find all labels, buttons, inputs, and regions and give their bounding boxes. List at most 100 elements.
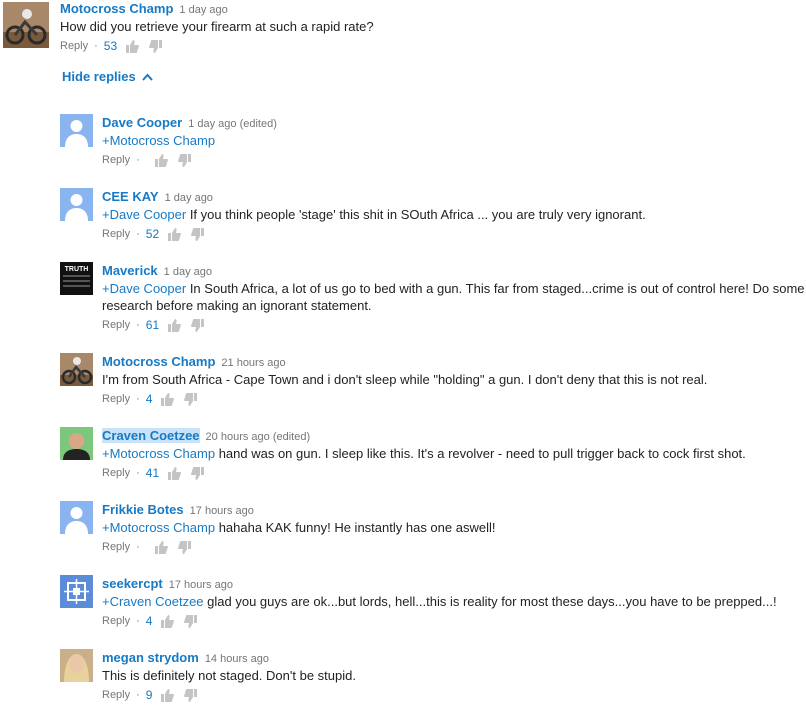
author-name[interactable]: Motocross Champ	[102, 354, 215, 369]
comment-text-body: I'm from South Africa - Cape Town and i …	[102, 372, 708, 387]
timestamp[interactable]: 1 day ago	[179, 4, 227, 16]
mention-link[interactable]: +Motocross Champ	[102, 520, 215, 535]
author-name[interactable]: Dave Cooper	[102, 115, 182, 130]
reply-button[interactable]: Reply	[102, 151, 130, 169]
comment-text: +Motocross Champ hahaha KAK funny! He in…	[102, 519, 806, 536]
avatar[interactable]	[60, 188, 93, 221]
separator-dot: ·	[94, 40, 98, 52]
avatar[interactable]	[3, 2, 49, 48]
comment-meta: Maverick 1 day ago	[102, 262, 806, 280]
woman-photo-icon	[60, 649, 93, 682]
thumbs-up-icon[interactable]	[167, 227, 182, 241]
timestamp[interactable]: 17 hours ago	[169, 579, 233, 591]
comment-body: CEE KAY 1 day ago +Dave Cooper If you thin…	[102, 188, 806, 243]
thumbs-up-icon[interactable]	[160, 688, 175, 702]
timestamp[interactable]: 14 hours ago	[205, 653, 269, 665]
comment-body: Motocross Champ 21 hours ago I'm from Sout…	[102, 353, 806, 408]
reply-button[interactable]: Reply	[102, 538, 130, 556]
hide-replies-button[interactable]: Hide replies	[62, 69, 153, 84]
mention-link[interactable]: +Motocross Champ	[102, 446, 215, 461]
comment-body: megan strydom 14 hours ago This is defini…	[102, 649, 806, 704]
timestamp[interactable]: 1 day ago	[164, 266, 212, 278]
thumbs-up-icon[interactable]	[167, 466, 182, 480]
comment-text: +Motocross Champ	[102, 132, 806, 149]
thumbs-down-icon[interactable]	[177, 540, 192, 554]
author-name[interactable]: Frikkie Botes	[102, 502, 184, 517]
author-name[interactable]: CEE KAY	[102, 189, 159, 204]
avatar[interactable]	[60, 114, 93, 147]
like-count: 4	[145, 614, 153, 628]
thumbs-down-icon[interactable]	[191, 227, 205, 241]
author-name[interactable]: Maverick	[102, 263, 158, 278]
thumbs-down-icon[interactable]	[191, 318, 205, 332]
comment-text: +Craven Coetzee glad you guys are ok...b…	[102, 593, 806, 610]
separator-dot: ·	[136, 541, 140, 553]
avatar[interactable]	[60, 353, 93, 386]
comment-text: How did you retrieve your firearm at suc…	[60, 19, 374, 34]
thumbs-up-icon[interactable]	[154, 153, 168, 167]
comment-body: Frikkie Botes 17 hours ago +Motocross Cham…	[102, 501, 806, 556]
thumbs-up-icon[interactable]	[160, 614, 175, 628]
timestamp[interactable]: 17 hours ago	[190, 505, 254, 517]
timestamp[interactable]: 20 hours ago (edited)	[206, 431, 311, 443]
hide-replies-label: Hide replies	[62, 69, 136, 84]
comment-text-body: If you think people 'stage' this shit in…	[186, 207, 646, 222]
timestamp[interactable]: 1 day ago	[165, 192, 213, 204]
mention-link[interactable]: +Craven Coetzee	[102, 594, 204, 609]
thumbs-down-icon[interactable]	[149, 39, 163, 53]
motocross-avatar-icon	[3, 2, 49, 48]
avatar[interactable]	[60, 501, 93, 534]
avatar[interactable]: TRUTH	[60, 262, 93, 295]
timestamp[interactable]: 1 day ago (edited)	[188, 118, 277, 130]
thumbs-down-icon[interactable]	[191, 466, 205, 480]
thumbs-down-icon[interactable]	[184, 688, 198, 702]
comment-meta: CEE KAY 1 day ago	[102, 188, 806, 206]
thumbs-up-icon[interactable]	[154, 540, 168, 554]
comment-body: Motocross Champ 1 day ago How did you ret…	[60, 0, 803, 55]
comment-meta: Motocross Champ 1 day ago	[60, 0, 803, 18]
chevron-up-icon	[141, 73, 153, 81]
separator-dot: ·	[136, 615, 140, 627]
thumbs-down-icon[interactable]	[184, 392, 198, 406]
person-photo-icon	[60, 427, 93, 460]
reply-button[interactable]: Reply	[102, 390, 130, 408]
separator-dot: ·	[136, 689, 140, 701]
comment-text-body: hahaha KAK funny! He instantly has one a…	[215, 520, 496, 535]
avatar[interactable]	[60, 649, 93, 682]
mention-link[interactable]: +Dave Cooper	[102, 281, 186, 296]
mention-link[interactable]: +Dave Cooper	[102, 207, 186, 222]
reply-button[interactable]: Reply	[102, 612, 130, 630]
separator-dot: ·	[136, 154, 140, 166]
reply-button[interactable]: Reply	[102, 686, 130, 704]
mention-link[interactable]: +Motocross Champ	[102, 133, 215, 148]
thumbs-up-icon[interactable]	[160, 392, 175, 406]
comment-actions: Reply · 52	[102, 225, 806, 243]
thumbs-down-icon[interactable]	[177, 153, 192, 167]
author-name[interactable]: Craven Coetzee	[102, 428, 200, 443]
avatar[interactable]	[60, 575, 93, 608]
timestamp[interactable]: 21 hours ago	[221, 357, 285, 369]
thumbs-down-icon[interactable]	[184, 614, 198, 628]
thumbs-up-icon[interactable]	[125, 39, 140, 53]
truth-logo-icon: TRUTH	[60, 262, 93, 295]
avatar[interactable]	[60, 427, 93, 460]
separator-dot: ·	[136, 393, 140, 405]
author-name[interactable]: megan strydom	[102, 650, 199, 665]
reply-button[interactable]: Reply	[60, 37, 88, 55]
comment-meta: seekercpt 17 hours ago	[102, 575, 806, 593]
thumbs-up-icon[interactable]	[167, 318, 182, 332]
comment-meta: Craven Coetzee 20 hours ago (edited)	[102, 427, 806, 445]
comment-text-body: hand was on gun. I sleep like this. It's…	[215, 446, 746, 461]
comment-actions: Reply · 4	[102, 612, 806, 630]
like-count: 9	[145, 688, 153, 702]
author-name[interactable]: seekercpt	[102, 576, 163, 591]
comment-actions: Reply ·	[102, 538, 806, 556]
comment-body: Maverick 1 day ago +Dave Cooper In South A…	[102, 262, 806, 334]
reply-button[interactable]: Reply	[102, 316, 130, 334]
reply-button[interactable]: Reply	[102, 225, 130, 243]
reply-button[interactable]: Reply	[102, 464, 130, 482]
author-name[interactable]: Motocross Champ	[60, 1, 173, 16]
comment-body: seekercpt 17 hours ago +Craven Coetzee gla…	[102, 575, 806, 630]
like-count: 52	[145, 227, 160, 241]
comment-text: I'm from South Africa - Cape Town and i …	[102, 371, 806, 388]
